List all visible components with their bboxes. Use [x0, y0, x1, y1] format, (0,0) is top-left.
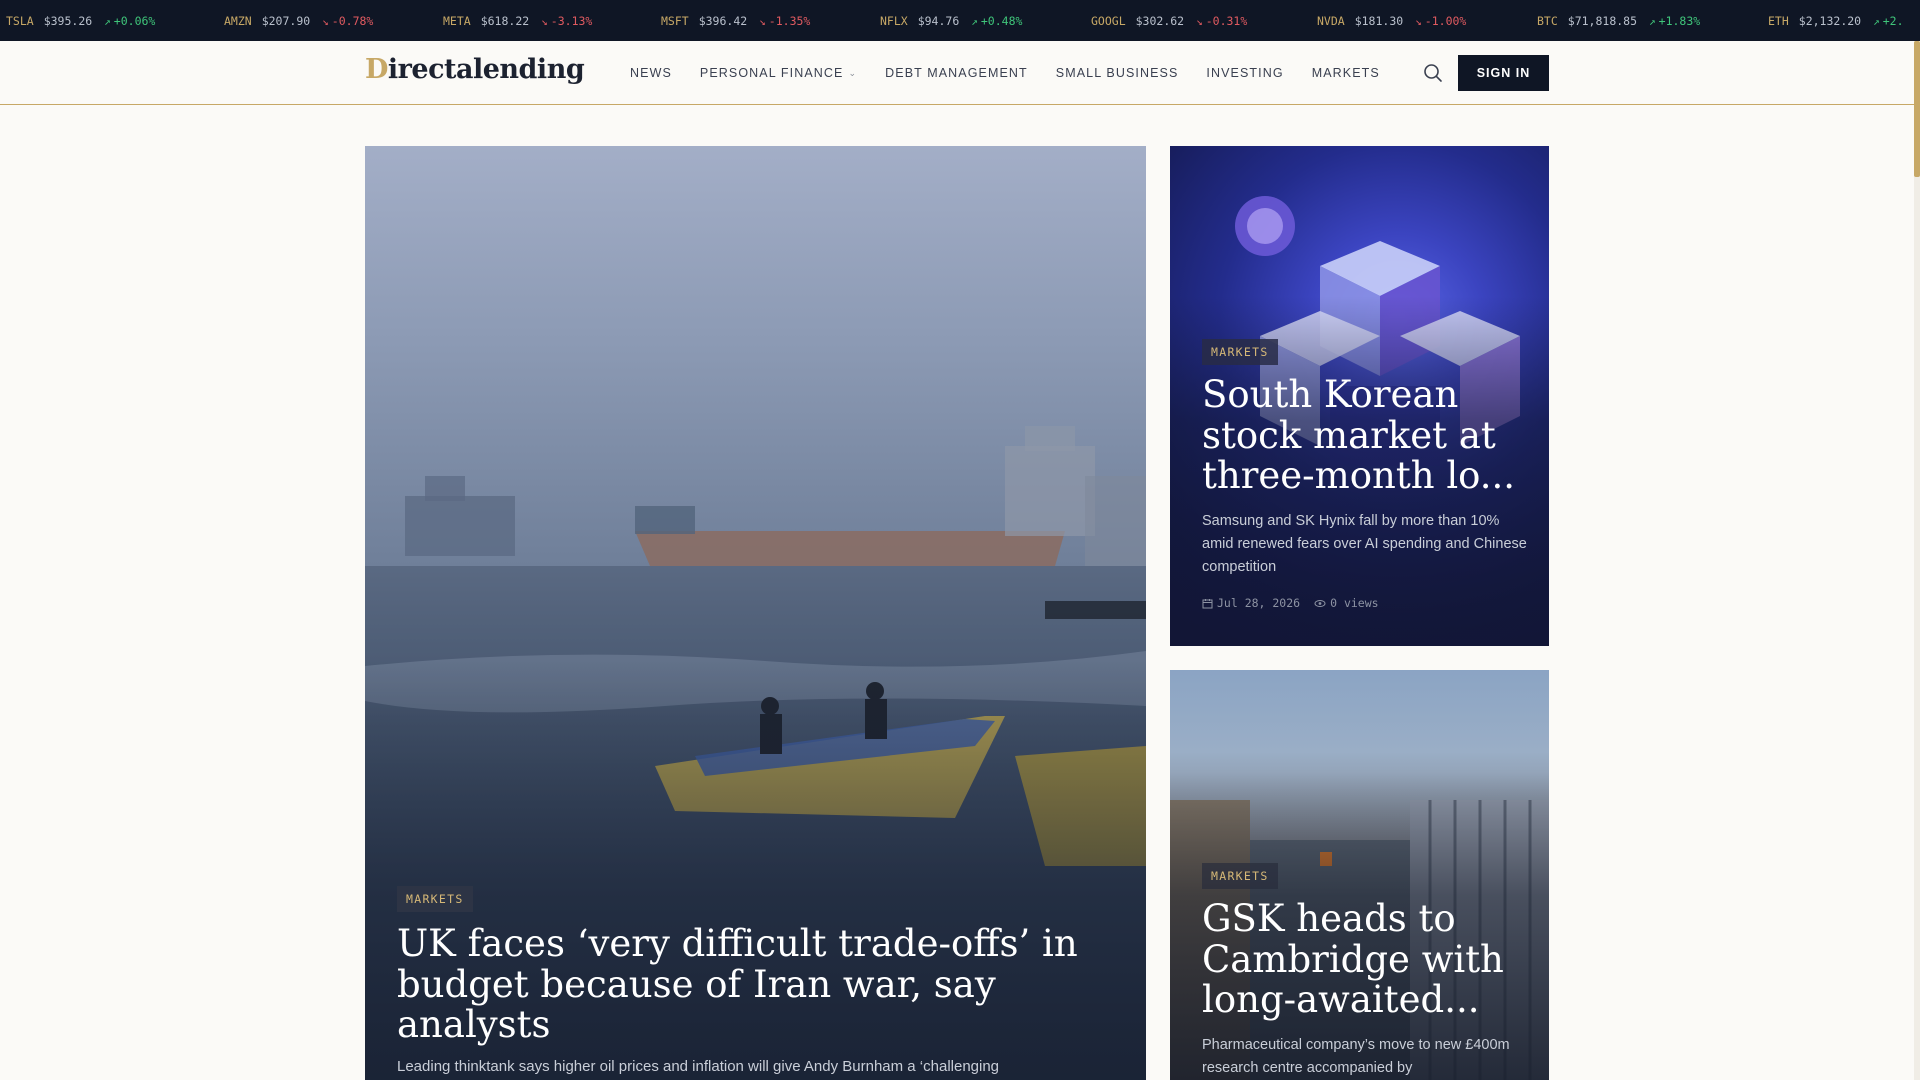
side-article-card[interactable]: MARKETS South Korean stock market at thr… [1170, 146, 1549, 646]
calendar-icon [1202, 598, 1213, 608]
trend-up-icon: ↗ [104, 15, 111, 28]
ticker-change: +2. [1882, 14, 1904, 28]
ticker-change: -0.31% [1205, 14, 1248, 28]
ticker-symbol: ETH [1768, 14, 1789, 28]
featured-article-card[interactable]: MARKETS UK faces ‘very difficult trade-o… [365, 146, 1146, 1080]
logo-initial: D [365, 54, 388, 85]
article-meta: Jul 28, 2026 0 views [1202, 596, 1379, 610]
ticker-item[interactable]: TSLA $395.26 ↗ +0.06% [6, 0, 155, 41]
nav-item-small-business[interactable]: SMALL BUSINESS [1056, 66, 1179, 80]
ticker-price: $71,818.85 [1567, 14, 1638, 28]
article-views: 0 views [1330, 596, 1379, 610]
ticker-symbol: MSFT [661, 14, 689, 28]
nav-item-news[interactable]: NEWS [630, 66, 672, 80]
ticker-symbol: NFLX [880, 14, 908, 28]
article-title[interactable]: South Korean stock market at three-month… [1202, 374, 1532, 497]
nav-label: MARKETS [1311, 66, 1380, 80]
main-nav: NEWS PERSONAL FINANCE ⌄ DEBT MANAGEMENT S… [630, 41, 1408, 105]
category-badge[interactable]: MARKETS [1202, 339, 1278, 365]
site-header: Directalending NEWS PERSONAL FINANCE ⌄ DE… [0, 41, 1914, 105]
ticker-item[interactable]: NVDA $181.30 ↘ -1.00% [1317, 0, 1466, 41]
nav-item-investing[interactable]: INVESTING [1206, 66, 1283, 80]
category-badge[interactable]: MARKETS [397, 886, 473, 912]
ticker-change: -1.35% [768, 14, 811, 28]
article-description: Leading thinktank says higher oil prices… [397, 1058, 1000, 1075]
trend-down-icon: ↘ [1196, 15, 1203, 28]
ticker-symbol: NVDA [1317, 14, 1345, 28]
ticker-symbol: AMZN [224, 14, 252, 28]
nav-label: PERSONAL FINANCE [699, 66, 844, 80]
ticker-price: $2,132.20 [1798, 14, 1862, 28]
trend-up-icon: ↗ [971, 15, 978, 28]
ticker-price: $396.42 [698, 14, 748, 28]
nav-label: INVESTING [1206, 66, 1284, 80]
trend-down-icon: ↘ [759, 15, 766, 28]
stock-ticker: TSLA $395.26 ↗ +0.06% AMZN $207.90 ↘ -0.78% ME… [0, 0, 1920, 41]
scrollbar[interactable] [1914, 41, 1920, 1080]
ticker-change: +0.48% [980, 14, 1023, 28]
article-title[interactable]: GSK heads to Cambridge with long-awaited… [1202, 898, 1532, 1021]
article-title[interactable]: UK faces ‘very difficult trade-offs’ in … [397, 923, 1107, 1046]
trend-down-icon: ↘ [322, 15, 329, 28]
site-logo[interactable]: Directalending [365, 54, 585, 85]
trend-up-icon: ↗ [1873, 15, 1880, 28]
sign-in-button[interactable]: SIGN IN [1458, 55, 1549, 91]
ticker-change: -3.13% [550, 14, 593, 28]
ticker-price: $618.22 [480, 14, 530, 28]
nav-item-debt-management[interactable]: DEBT MANAGEMENT [885, 66, 1028, 80]
ticker-item[interactable]: BTC $71,818.85 ↗ +1.83% [1537, 0, 1700, 41]
ticker-change: +1.83% [1658, 14, 1701, 28]
article-date: Jul 28, 2026 [1217, 596, 1301, 610]
ticker-item[interactable]: META $618.22 ↘ -3.13% [443, 0, 592, 41]
nav-item-personal-finance[interactable]: PERSONAL FINANCE ⌄ [700, 66, 857, 80]
eye-icon [1314, 599, 1326, 607]
ticker-item[interactable]: GOOGL $302.62 ↘ -0.31% [1091, 0, 1247, 41]
ticker-symbol: GOOGL [1091, 14, 1126, 28]
nav-label: NEWS [630, 66, 672, 80]
ticker-price: $181.30 [1354, 14, 1404, 28]
ticker-symbol: BTC [1537, 14, 1558, 28]
ticker-symbol: TSLA [6, 14, 34, 28]
ticker-item[interactable]: AMZN $207.90 ↘ -0.78% [224, 0, 373, 41]
ticker-symbol: META [443, 14, 471, 28]
chevron-down-icon: ⌄ [848, 67, 858, 78]
trend-up-icon: ↗ [1649, 15, 1656, 28]
nav-label: DEBT MANAGEMENT [885, 66, 1028, 80]
ticker-item[interactable]: ETH $2,132.20 ↗ +2. [1768, 0, 1904, 41]
nav-label: SMALL BUSINESS [1055, 66, 1179, 80]
logo-text: irectalending [387, 54, 585, 85]
ticker-item[interactable]: NFLX $94.76 ↗ +0.48% [880, 0, 1022, 41]
article-description: Samsung and SK Hynix fall by more than 1… [1202, 513, 1527, 576]
search-icon [1424, 64, 1442, 82]
nav-item-markets[interactable]: MARKETS [1312, 66, 1380, 80]
category-badge[interactable]: MARKETS [1202, 863, 1278, 889]
scrollbar-thumb[interactable] [1914, 41, 1920, 177]
trend-down-icon: ↘ [1415, 15, 1422, 28]
ticker-item[interactable]: MSFT $396.42 ↘ -1.35% [661, 0, 810, 41]
ticker-price: $94.76 [917, 14, 960, 28]
ticker-price: $395.26 [43, 14, 93, 28]
ticker-change: -1.00% [1424, 14, 1467, 28]
trend-down-icon: ↘ [541, 15, 548, 28]
search-button[interactable] [1422, 62, 1444, 84]
ticker-change: +0.06% [113, 14, 156, 28]
ticker-change: -0.78% [331, 14, 374, 28]
ticker-price: $302.62 [1135, 14, 1185, 28]
ticker-price: $207.90 [261, 14, 311, 28]
article-description: Pharmaceutical company’s move to new £40… [1202, 1037, 1510, 1077]
side-article-card[interactable]: MARKETS GSK heads to Cambridge with long… [1170, 670, 1549, 1080]
